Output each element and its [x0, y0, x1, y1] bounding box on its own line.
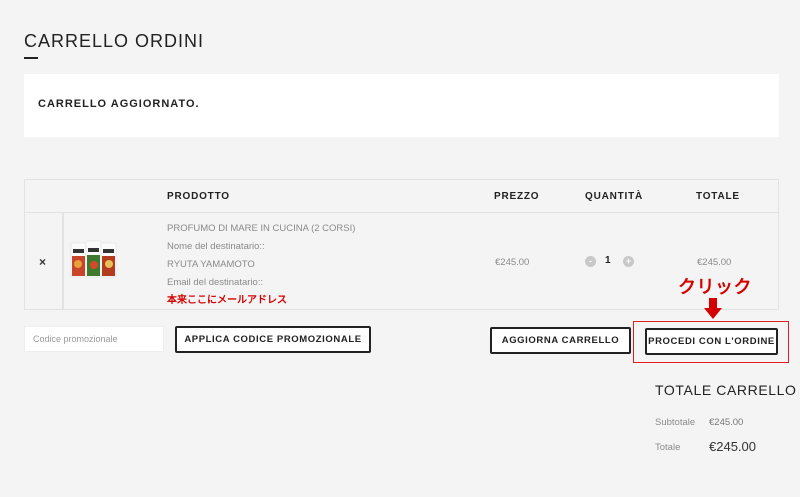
header-total: TOTALE [696, 191, 740, 202]
promo-code-input[interactable] [24, 326, 164, 352]
cart-table-header: PRODOTTO PREZZO QUANTITÀ TOTALE [25, 180, 778, 213]
cart-updated-notice: CARRELLO AGGIORNATO. [24, 74, 779, 137]
arrow-down-icon [704, 298, 722, 319]
recipient-name-value: RYUTA YAMAMOTO [167, 259, 255, 270]
product-thumbnail[interactable] [69, 240, 119, 280]
recipient-name-label: Nome del destinatario:: [167, 241, 265, 252]
product-details: PROFUMO DI MARE IN CUCINA (2 CORSI) Nome… [167, 220, 355, 310]
header-quantity: QUANTITÀ [585, 191, 644, 202]
column-divider [63, 213, 64, 309]
title-underline [24, 57, 38, 59]
item-price: €245.00 [495, 257, 530, 268]
apply-promo-button[interactable]: APPLICA CODICE PROMOZIONALE [175, 326, 371, 353]
cart-table: PRODOTTO PREZZO QUANTITÀ TOTALE × PROFUM… [24, 179, 779, 310]
update-cart-button[interactable]: AGGIORNA CARRELLO [490, 327, 631, 354]
item-total: €245.00 [697, 257, 732, 268]
total-value: €245.00 [709, 439, 756, 454]
cart-totals-title: TOTALE CARRELLO [655, 382, 797, 398]
quantity-increase-button[interactable]: + [623, 256, 634, 267]
quantity-stepper: - 1 + [585, 255, 637, 269]
table-row: × [25, 213, 63, 309]
product-name[interactable]: PROFUMO DI MARE IN CUCINA (2 CORSI) [167, 220, 355, 238]
quantity-value[interactable]: 1 [605, 255, 611, 266]
header-price: PREZZO [494, 191, 540, 202]
quantity-decrease-button[interactable]: - [585, 256, 596, 267]
subtotal-label: Subtotale [655, 417, 696, 428]
header-product: PRODOTTO [167, 191, 230, 202]
email-annotation: 本来ここにメールアドレス [167, 295, 287, 306]
total-label: Totale [655, 442, 681, 453]
remove-item-icon[interactable]: × [39, 255, 46, 269]
subtotal-value: €245.00 [709, 417, 744, 428]
proceed-order-button[interactable]: PROCEDI CON L'ORDINE [645, 328, 778, 355]
notice-text: CARRELLO AGGIORNATO. [38, 98, 200, 110]
recipient-email-label: Email del destinatario:: [167, 277, 264, 288]
page-title: CARRELLO ORDINI [24, 31, 205, 51]
click-annotation: クリック [678, 277, 752, 298]
